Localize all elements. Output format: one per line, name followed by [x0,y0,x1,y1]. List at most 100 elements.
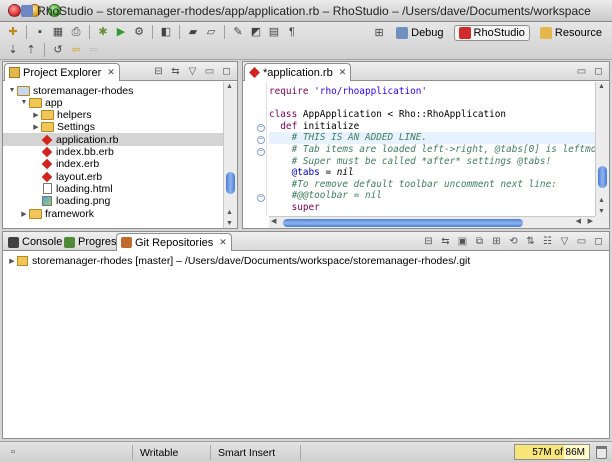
minimize-icon[interactable]: ▭ [203,65,216,78]
collapse-all-icon[interactable]: ⊟ [152,65,165,78]
editor-vertical-scrollbar[interactable]: ▲ ▲ ▼ [595,82,609,216]
view-menu-icon[interactable]: ▽ [558,235,571,248]
scroll-left-icon[interactable]: ◀ [271,217,276,225]
maximize-icon[interactable]: ◻ [220,65,233,78]
tab-project-explorer[interactable]: Project Explorer ✕ [4,63,120,81]
tree-item[interactable]: layout.erb [3,170,223,183]
create-repository-icon[interactable]: ⊞ [490,235,503,248]
scroll-down-icon[interactable]: ▼ [226,220,233,227]
perspective-debug-button[interactable]: Debug [392,25,447,41]
fold-toggle-icon[interactable]: − [257,194,265,202]
add-repository-icon[interactable]: ▣ [456,235,469,248]
expanded-icon[interactable]: ▼ [19,99,29,106]
scroll-right-icon[interactable]: ▶ [588,217,593,225]
minimize-icon[interactable]: ▭ [575,235,588,248]
scroll-thumb[interactable] [598,166,607,188]
code-line[interactable]: #@@toolbar = nil [269,190,382,202]
tab-console[interactable]: Console [4,233,66,251]
close-icon[interactable]: ✕ [107,67,115,78]
collapse-all-icon[interactable]: ⊟ [422,235,435,248]
tree-item[interactable]: ▶ Settings [3,121,223,134]
link-with-selection-icon[interactable]: ⇆ [439,235,452,248]
repository-item[interactable]: ▶ storemanager-rhodes [master] – /Users/d… [7,254,470,267]
perspective-rhostudio-button[interactable]: RhoStudio [453,25,530,41]
code-line[interactable]: require 'rho/rhoapplication' [269,86,427,98]
scroll-up-icon[interactable]: ▲ [226,83,233,90]
heap-status[interactable]: 57M of 86M [514,444,590,460]
toggle-mark-icon[interactable]: ◩ [249,25,263,39]
garbage-collect-icon[interactable] [596,446,607,459]
tree-item[interactable]: index.erb [3,158,223,171]
scroll-down-icon[interactable]: ▼ [598,208,605,215]
expanded-icon[interactable]: ▼ [7,87,17,94]
fold-toggle-icon[interactable]: − [257,124,265,132]
run-icon[interactable]: ▶ [114,25,128,39]
back-icon[interactable]: ⇦ [69,43,83,57]
last-edit-icon[interactable]: ↺ [51,43,65,57]
external-tools-icon[interactable]: ⚙ [132,25,146,39]
horizontal-scroll-thumb[interactable] [283,219,523,227]
layout-icon[interactable]: ☷ [541,235,554,248]
code-editor[interactable]: require 'rho/rhoapplication' class AppApp… [269,82,595,216]
maximize-icon[interactable]: ◻ [592,235,605,248]
maximize-icon[interactable]: ◻ [592,65,605,78]
code-line[interactable]: def initialize [269,121,359,133]
collapsed-icon[interactable]: ▶ [31,123,41,131]
fast-view-icon[interactable]: ▫ [6,445,20,459]
code-line[interactable]: # THIS IS AN ADDED LINE. [269,132,595,144]
fold-toggle-icon[interactable]: − [257,136,265,144]
tree-item[interactable]: loading.html [3,182,223,195]
tree-item[interactable]: loading.png [3,195,223,208]
editor-horizontal-scrollbar[interactable]: ◀ ◀ ▶ [269,216,595,228]
code-line[interactable]: #To remove default toolbar uncomment nex… [269,179,557,191]
fold-toggle-icon[interactable]: − [257,148,265,156]
link-with-editor-icon[interactable]: ⇆ [169,65,182,78]
open-resource-icon[interactable]: ▱ [204,25,218,39]
collapsed-icon[interactable]: ▶ [7,257,17,265]
scroll-up-icon[interactable]: ▲ [598,83,605,90]
next-annotation-icon[interactable]: ⇣ [6,43,20,57]
close-icon[interactable]: ✕ [219,237,227,248]
collapsed-icon[interactable]: ▶ [19,210,29,218]
tab-git-repositories[interactable]: Git Repositories ✕ [116,233,232,251]
collapsed-icon[interactable]: ▶ [31,111,41,119]
tree-item[interactable]: ▼ app [3,96,223,109]
save-all-icon[interactable]: ▦ [51,25,65,39]
previous-annotation-icon[interactable]: ⇡ [24,43,38,57]
debug-icon[interactable]: ✱ [96,25,110,39]
open-folder-icon[interactable]: ▰ [186,25,200,39]
tree-item[interactable]: ▶ helpers [3,109,223,122]
scroll-thumb[interactable] [226,172,235,194]
edit-icon[interactable]: ✎ [231,25,245,39]
refresh-icon[interactable]: ⟲ [507,235,520,248]
tree-item[interactable]: application.rb [3,133,223,147]
open-type-icon[interactable]: ◧ [159,25,173,39]
perspective-resource-button[interactable]: Resource [536,25,606,41]
code-line[interactable]: super [269,202,320,214]
code-line[interactable]: class AppApplication < Rho::RhoApplicati… [269,109,506,121]
forward-icon[interactable]: ⇨ [87,43,101,57]
project-explorer-scrollbar[interactable]: ▲ ▲ ▼ [223,82,237,228]
open-perspective-icon[interactable]: ⊞ [372,26,386,40]
view-menu-icon[interactable]: ▽ [186,65,199,78]
sync-icon[interactable]: ⇅ [524,235,537,248]
save-icon[interactable]: ▪ [33,25,47,39]
tree-item[interactable]: index.bb.erb [3,146,223,159]
close-icon[interactable]: ✕ [339,67,347,78]
scroll-up-icon[interactable]: ▲ [226,209,233,216]
tab-application-rb[interactable]: *application.rb ✕ [244,63,352,81]
tree-item[interactable]: ▶ framework [3,207,223,220]
code-line[interactable]: # Tab items are loaded left->right, @tab… [269,144,595,156]
clone-repository-icon[interactable]: ⧉ [473,235,486,248]
tree-item[interactable]: ▼ storemanager-rhodes [3,84,223,97]
code-token: # Super must be called *after* settings … [269,155,552,167]
toggle-breadcrumb-icon[interactable]: ▤ [267,25,281,39]
new-icon[interactable]: ✚ [6,25,20,39]
print-icon[interactable]: ⎙ [69,25,83,39]
scroll-up-icon[interactable]: ▲ [598,197,605,204]
minimize-icon[interactable]: ▭ [575,65,588,78]
code-line[interactable]: # Super must be called *after* settings … [269,155,552,168]
code-line[interactable]: @tabs = nil [269,167,354,179]
show-whitespace-icon[interactable]: ¶ [285,25,299,39]
scroll-left-icon[interactable]: ◀ [576,217,581,225]
